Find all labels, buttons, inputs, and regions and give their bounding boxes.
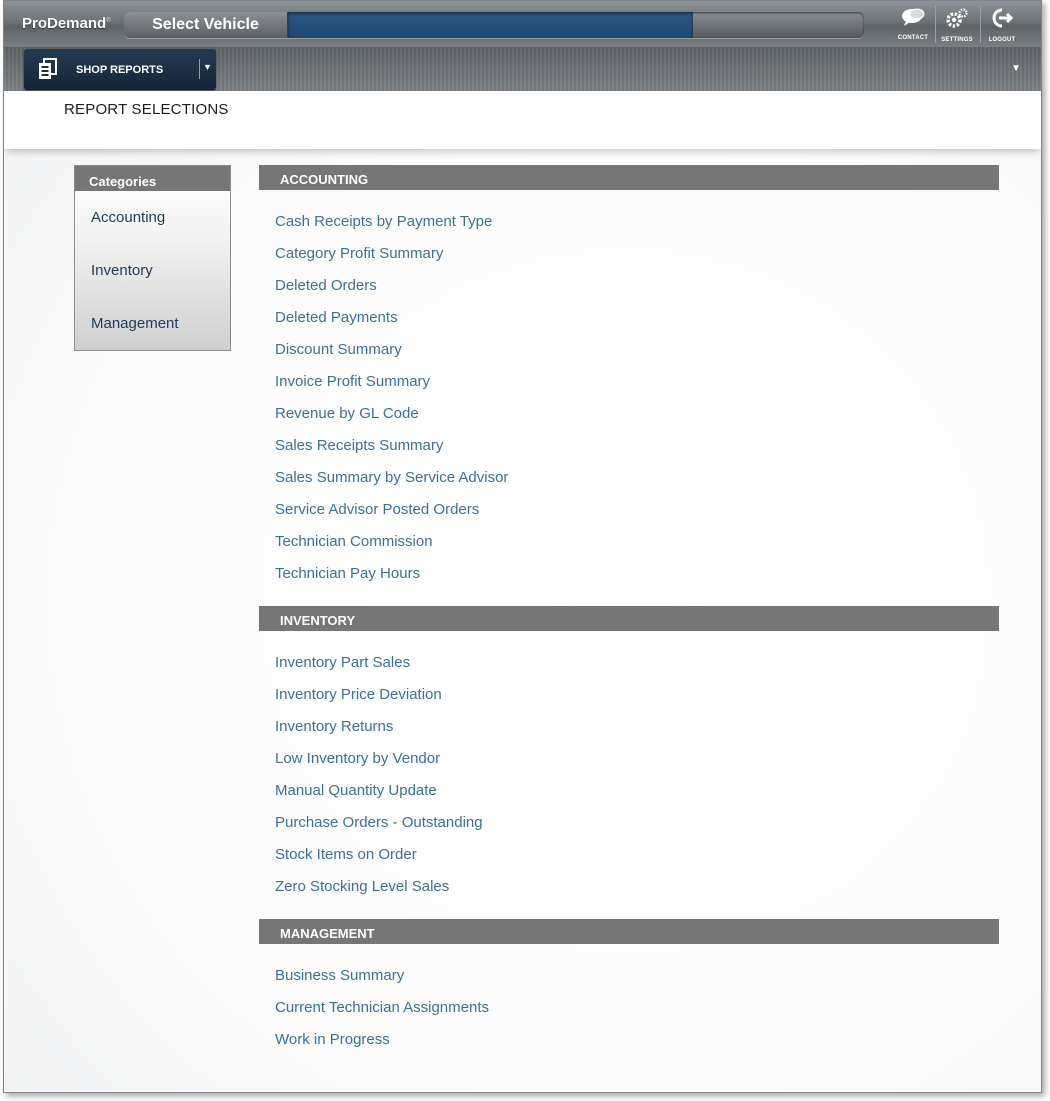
- report-link[interactable]: Current Technician Assignments: [275, 992, 489, 1024]
- report-link[interactable]: Deleted Orders: [275, 270, 508, 302]
- section-heading-inventory: INVENTORY: [259, 606, 999, 631]
- accounting-report-list: Cash Receipts by Payment Type Category P…: [275, 206, 508, 590]
- settings-caption: SETTINGS: [941, 37, 973, 43]
- report-link[interactable]: Technician Pay Hours: [275, 558, 508, 590]
- report-link[interactable]: Cash Receipts by Payment Type: [275, 206, 508, 238]
- report-link[interactable]: Sales Receipts Summary: [275, 430, 508, 462]
- report-link[interactable]: Stock Items on Order: [275, 839, 483, 871]
- management-report-list: Business Summary Current Technician Assi…: [275, 960, 489, 1056]
- prodemand-logo[interactable]: ProDemand®: [22, 15, 111, 32]
- chevron-down-icon[interactable]: ▼: [203, 62, 212, 72]
- report-link[interactable]: Invoice Profit Summary: [275, 366, 508, 398]
- report-link[interactable]: Service Advisor Posted Orders: [275, 494, 508, 526]
- shop-reports-label: SHOP REPORTS: [76, 64, 164, 76]
- app-window: ProDemand® Select Vehicle CONTACT SETTIN…: [3, 0, 1042, 1093]
- category-management[interactable]: Management: [75, 297, 230, 350]
- section-heading-management: MANAGEMENT: [259, 919, 999, 944]
- report-link[interactable]: Inventory Part Sales: [275, 647, 483, 679]
- settings-button[interactable]: SETTINGS: [936, 7, 978, 43]
- report-link[interactable]: Purchase Orders - Outstanding: [275, 807, 483, 839]
- logo-mark: ®: [106, 18, 111, 24]
- logo-text: ProDemand: [22, 15, 107, 32]
- contact-caption: CONTACT: [897, 35, 929, 41]
- category-inventory[interactable]: Inventory: [75, 244, 230, 297]
- page-title: REPORT SELECTIONS: [64, 101, 229, 118]
- report-link[interactable]: Technician Commission: [275, 526, 508, 558]
- logout-button[interactable]: LOGOUT: [981, 7, 1023, 43]
- contact-button[interactable]: CONTACT: [892, 7, 934, 43]
- report-link[interactable]: Discount Summary: [275, 334, 508, 366]
- page-header: REPORT SELECTIONS: [4, 91, 1041, 149]
- categories-heading: Categories: [75, 166, 230, 191]
- select-vehicle-button[interactable]: Select Vehicle: [124, 12, 288, 38]
- report-link[interactable]: Sales Summary by Service Advisor: [275, 462, 508, 494]
- report-link[interactable]: Zero Stocking Level Sales: [275, 871, 483, 903]
- report-link[interactable]: Work in Progress: [275, 1024, 489, 1056]
- reports-icon: [38, 58, 58, 80]
- inventory-report-list: Inventory Part Sales Inventory Price Dev…: [275, 647, 483, 903]
- overflow-menu-caret-icon[interactable]: ▼: [1011, 63, 1021, 74]
- report-link[interactable]: Category Profit Summary: [275, 238, 508, 270]
- report-link[interactable]: Manual Quantity Update: [275, 775, 483, 807]
- report-link[interactable]: Inventory Price Deviation: [275, 679, 483, 711]
- report-link[interactable]: Revenue by GL Code: [275, 398, 508, 430]
- shop-reports-menu-button[interactable]: SHOP REPORTS ▼: [24, 49, 216, 90]
- vehicle-selector[interactable]: Select Vehicle: [124, 12, 864, 38]
- top-bar: ProDemand® Select Vehicle CONTACT SETTIN…: [4, 1, 1041, 47]
- section-heading-accounting: ACCOUNTING: [259, 165, 999, 190]
- settings-icon: [936, 7, 978, 33]
- report-link[interactable]: Low Inventory by Vendor: [275, 743, 483, 775]
- category-accounting[interactable]: Accounting: [75, 191, 230, 244]
- logout-caption: LOGOUT: [988, 37, 1016, 43]
- report-link[interactable]: Inventory Returns: [275, 711, 483, 743]
- report-link[interactable]: Business Summary: [275, 960, 489, 992]
- logout-icon: [981, 7, 1023, 33]
- contact-icon: [892, 7, 934, 31]
- vehicle-field[interactable]: [288, 12, 693, 38]
- categories-panel: Categories Accounting Inventory Manageme…: [74, 165, 231, 351]
- module-bar: SHOP REPORTS ▼ ▼: [4, 47, 1041, 91]
- report-link[interactable]: Deleted Payments: [275, 302, 508, 334]
- menu-divider: [199, 59, 200, 79]
